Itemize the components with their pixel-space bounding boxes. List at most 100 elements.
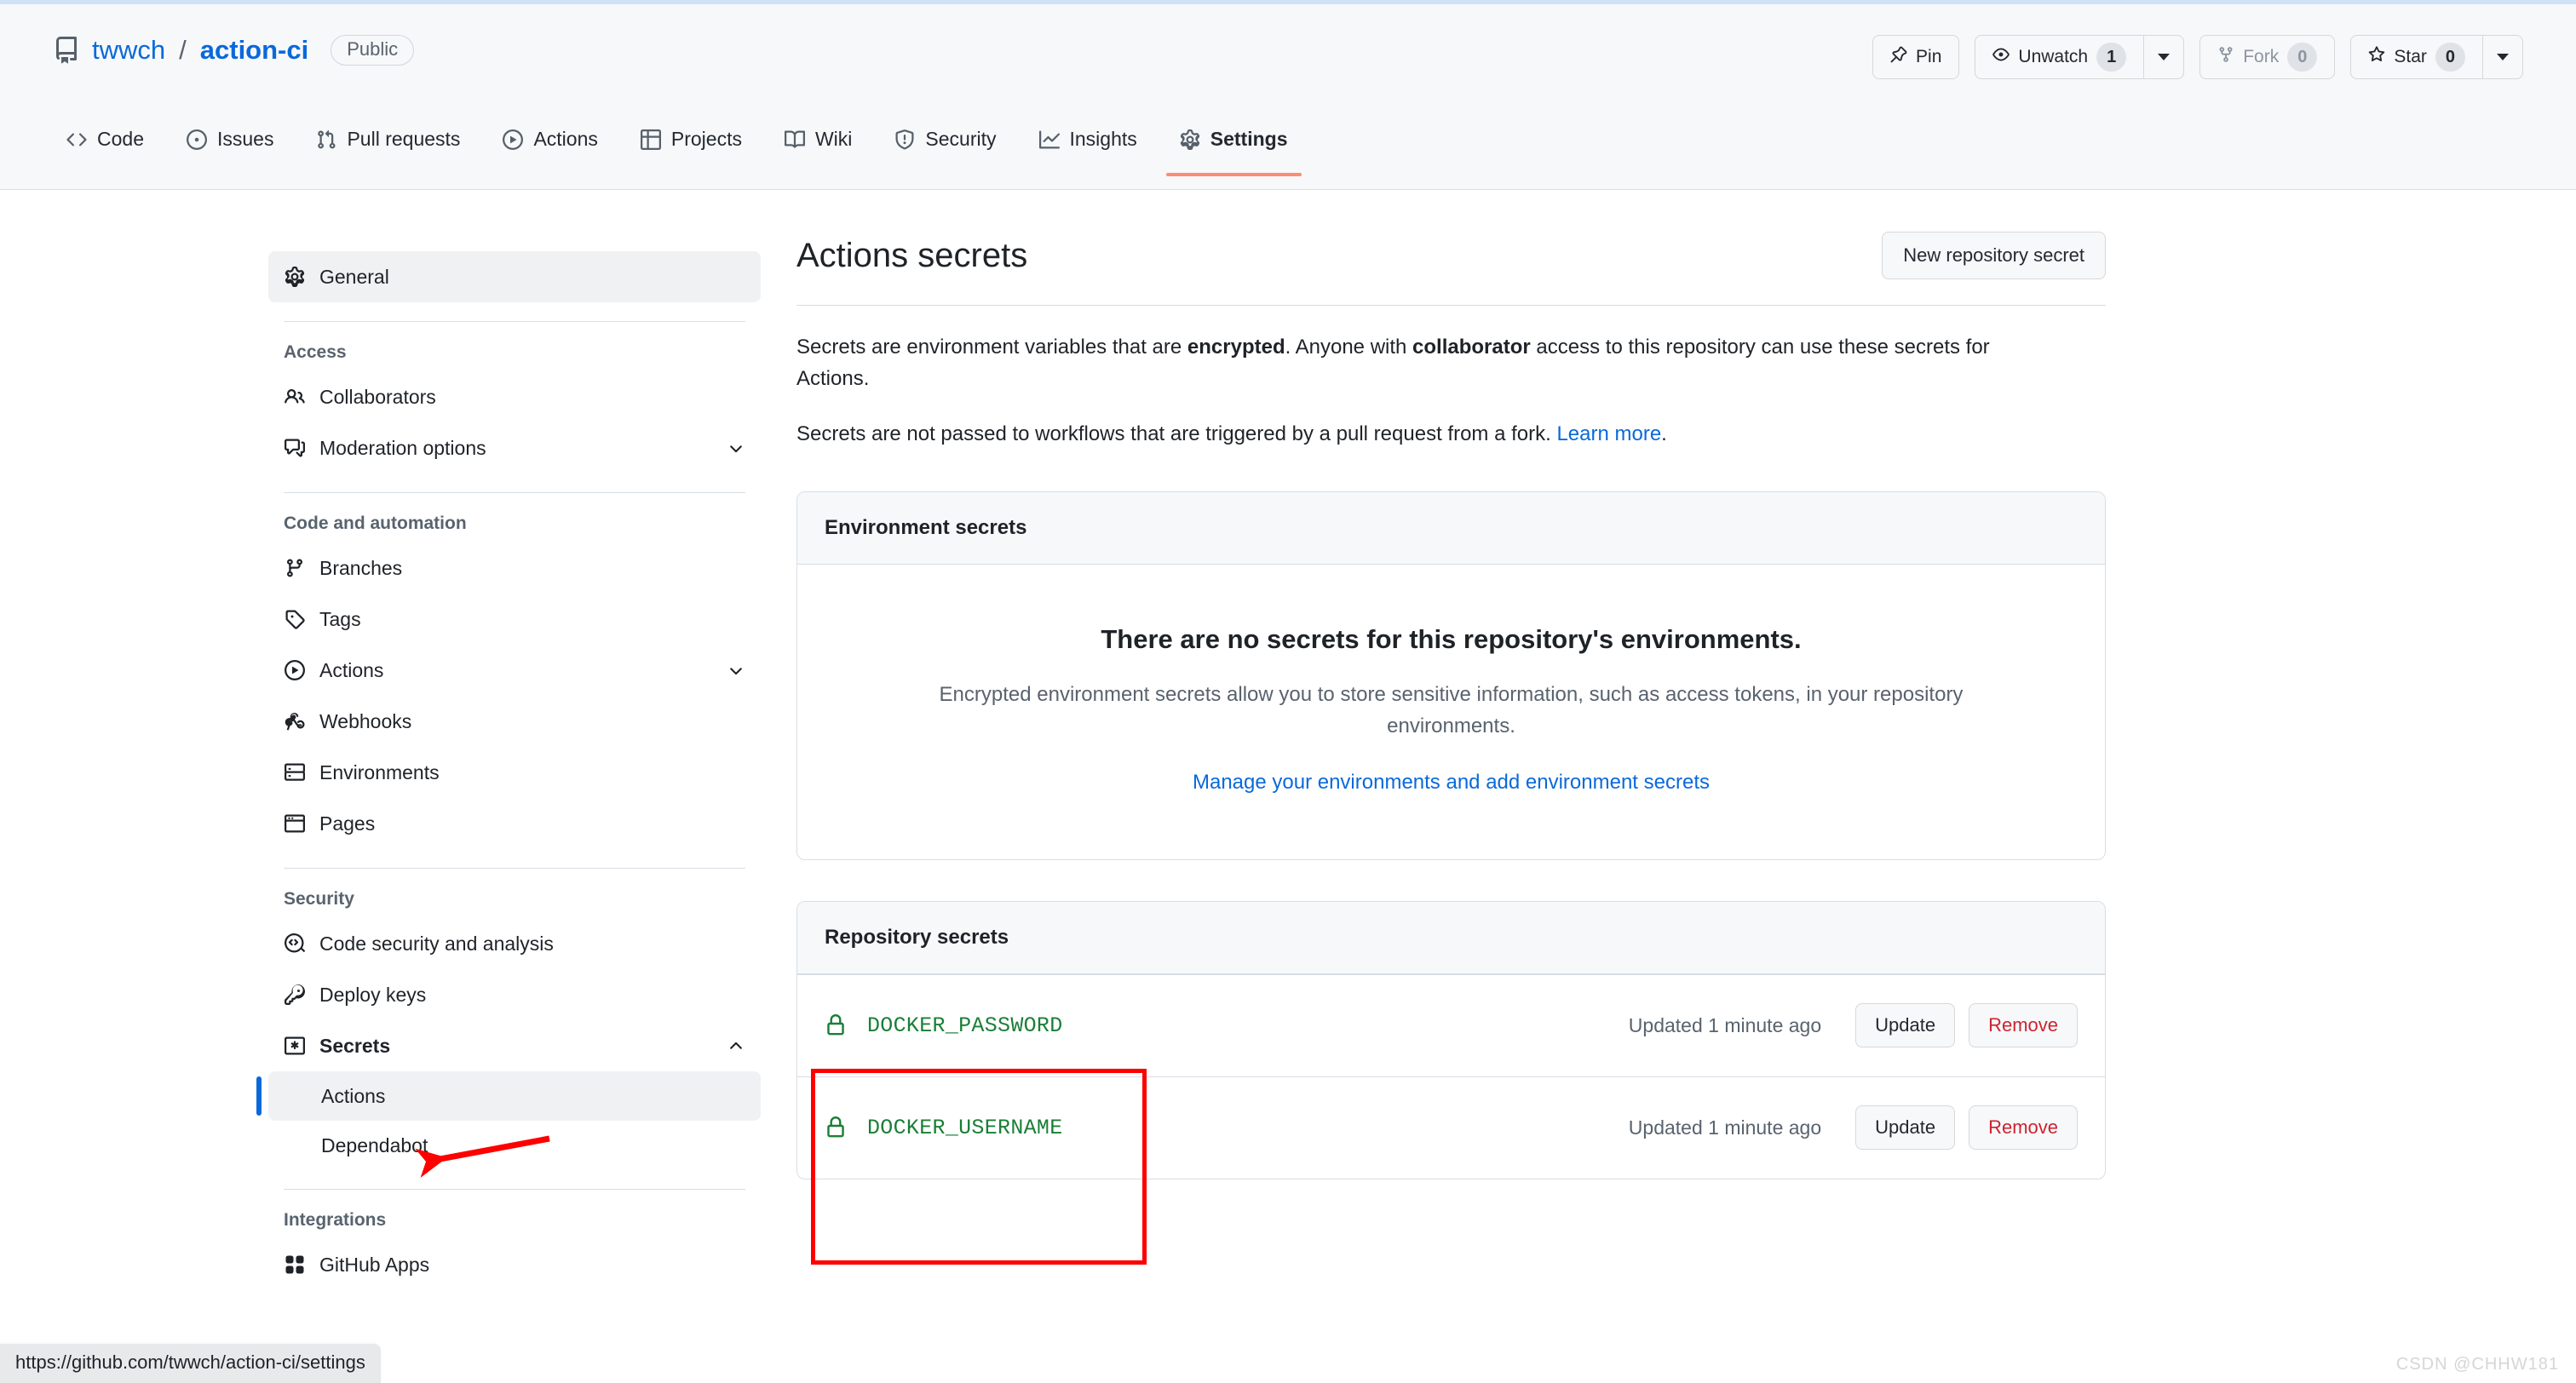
- manage-environments-link[interactable]: Manage your environments and add environ…: [1193, 771, 1710, 795]
- learn-more-link[interactable]: Learn more: [1556, 422, 1661, 445]
- sidebar-item-collaborators[interactable]: Collaborators: [268, 371, 761, 422]
- shield-icon: [894, 129, 915, 150]
- chevron-down-icon[interactable]: [727, 439, 745, 457]
- settings-sidebar: General Access Collaborators Moderation …: [256, 251, 761, 1290]
- people-icon: [284, 387, 306, 407]
- apps-icon: [284, 1254, 306, 1275]
- sidebar-item-branches[interactable]: Branches: [268, 542, 761, 594]
- star-count: 0: [2435, 43, 2465, 72]
- sidebar-sub-dependabot[interactable]: Dependabot: [268, 1121, 761, 1170]
- fork-count: 0: [2287, 43, 2318, 72]
- tab-actions-label: Actions: [533, 128, 598, 150]
- sidebar-item-webhooks[interactable]: Webhooks: [268, 696, 761, 747]
- tab-projects[interactable]: Projects: [627, 119, 756, 176]
- tab-issues[interactable]: Issues: [173, 119, 287, 176]
- chevron-down-icon: [2497, 54, 2509, 60]
- sidebar-item-environments[interactable]: Environments: [268, 747, 761, 798]
- star-button-group: Star 0: [2350, 35, 2523, 79]
- watch-dropdown-button[interactable]: [2143, 35, 2185, 79]
- secrets-description-1: Secrets are environment variables that a…: [796, 331, 2057, 394]
- update-secret-button[interactable]: Update: [1855, 1105, 1956, 1151]
- sidebar-item-secrets[interactable]: Secrets: [268, 1020, 761, 1071]
- sidebar-item-code-security-and-analysis[interactable]: Code security and analysis: [268, 918, 761, 969]
- tab-wiki[interactable]: Wiki: [771, 119, 865, 176]
- tab-security[interactable]: Security: [881, 119, 1009, 176]
- sidebar-item-actions-label: Actions: [319, 658, 384, 681]
- sidebar-item-deploy-keys-label: Deploy keys: [319, 983, 427, 1006]
- tab-insights[interactable]: Insights: [1026, 119, 1151, 176]
- secret-row-buttons: Update Remove: [1855, 1003, 2078, 1048]
- tab-wiki-label: Wiki: [814, 128, 853, 150]
- tab-projects-label: Projects: [670, 128, 742, 150]
- repository-action-buttons: Pin Unwatch 1 Fork 0 Star 0: [1872, 35, 2523, 79]
- webhook-icon: [284, 711, 306, 732]
- table-icon: [640, 129, 661, 150]
- tab-code[interactable]: Code: [53, 119, 158, 176]
- secrets-description-2: Secrets are not passed to workflows that…: [796, 418, 2057, 450]
- sidebar-divider: [284, 492, 745, 493]
- update-secret-button[interactable]: Update: [1855, 1003, 1956, 1048]
- sidebar-item-pages-label: Pages: [319, 812, 376, 835]
- server-icon: [284, 762, 306, 783]
- new-repository-secret-button[interactable]: New repository secret: [1882, 232, 2106, 279]
- eye-icon: [1992, 46, 2010, 68]
- sidebar-item-actions[interactable]: Actions: [268, 645, 761, 696]
- git-branch-icon: [284, 558, 306, 578]
- fork-icon: [2217, 46, 2234, 68]
- sidebar-item-github-apps[interactable]: GitHub Apps: [268, 1239, 761, 1290]
- book-icon: [784, 129, 805, 150]
- sidebar-item-environments-label: Environments: [319, 760, 440, 783]
- status-bar-url: https://github.com/twwch/action-ci/setti…: [0, 1344, 381, 1383]
- fork-button[interactable]: Fork 0: [2199, 35, 2336, 79]
- tab-settings[interactable]: Settings: [1165, 119, 1302, 176]
- repo-separator: /: [179, 35, 187, 66]
- sidebar-item-tags[interactable]: Tags: [268, 594, 761, 645]
- star-icon: [2368, 46, 2385, 68]
- sidebar-item-moderation-options[interactable]: Moderation options: [268, 422, 761, 473]
- sidebar-item-pages[interactable]: Pages: [268, 798, 761, 849]
- secret-row-buttons: Update Remove: [1855, 1105, 2078, 1151]
- sidebar-item-webhooks-label: Webhooks: [319, 709, 412, 732]
- chevron-down-icon: [2158, 54, 2171, 60]
- pin-icon: [1890, 46, 1907, 68]
- desc1-bold-collaborator: collaborator: [1412, 336, 1531, 359]
- desc1-part1: Secrets are environment variables that a…: [796, 336, 1187, 359]
- play-icon: [284, 660, 306, 680]
- remove-secret-button[interactable]: Remove: [1969, 1003, 2078, 1048]
- chevron-up-icon[interactable]: [727, 1036, 745, 1055]
- chevron-down-icon[interactable]: [727, 661, 745, 680]
- environment-secrets-panel: Environment secrets There are no secrets…: [796, 491, 2106, 860]
- pin-button[interactable]: Pin: [1872, 35, 1960, 79]
- comment-discussion-icon: [284, 438, 306, 458]
- secret-name[interactable]: DOCKER_USERNAME: [867, 1116, 1063, 1140]
- tab-pull-requests[interactable]: Pull requests: [302, 119, 474, 176]
- tab-pull-requests-label: Pull requests: [347, 128, 461, 150]
- tab-issues-label: Issues: [216, 128, 274, 150]
- sidebar-item-branches-label: Branches: [319, 556, 403, 579]
- sidebar-sub-dependabot-label: Dependabot: [321, 1133, 428, 1156]
- watch-button-group: Unwatch 1: [1975, 35, 2185, 79]
- sidebar-item-general[interactable]: General: [268, 251, 761, 302]
- repo-owner-link[interactable]: twwch: [92, 35, 165, 66]
- tab-actions[interactable]: Actions: [489, 119, 611, 176]
- sidebar-item-general-label: General: [319, 265, 389, 288]
- table-row: DOCKER_PASSWORD Updated 1 minute ago Upd…: [797, 973, 2105, 1076]
- star-button[interactable]: Star 0: [2350, 35, 2482, 79]
- play-icon: [503, 129, 524, 150]
- secret-name-cell: DOCKER_USERNAME: [825, 1116, 1489, 1140]
- graph-icon: [1038, 129, 1060, 150]
- sidebar-divider: [284, 868, 745, 869]
- repo-name-link[interactable]: action-ci: [200, 35, 308, 66]
- unwatch-button[interactable]: Unwatch 1: [1975, 35, 2144, 79]
- sidebar-sub-actions[interactable]: Actions: [256, 1071, 761, 1121]
- fork-button-label: Fork: [2243, 47, 2280, 66]
- remove-secret-button[interactable]: Remove: [1969, 1105, 2078, 1151]
- sidebar-item-deploy-keys[interactable]: Deploy keys: [268, 969, 761, 1020]
- sidebar-divider: [284, 321, 745, 322]
- main-header: Actions secrets New repository secret: [796, 232, 2106, 305]
- repo-icon: [53, 37, 80, 64]
- sidebar-divider: [284, 1189, 745, 1190]
- secret-name[interactable]: DOCKER_PASSWORD: [867, 1013, 1063, 1038]
- code-icon: [66, 129, 87, 150]
- star-dropdown-button[interactable]: [2482, 35, 2523, 79]
